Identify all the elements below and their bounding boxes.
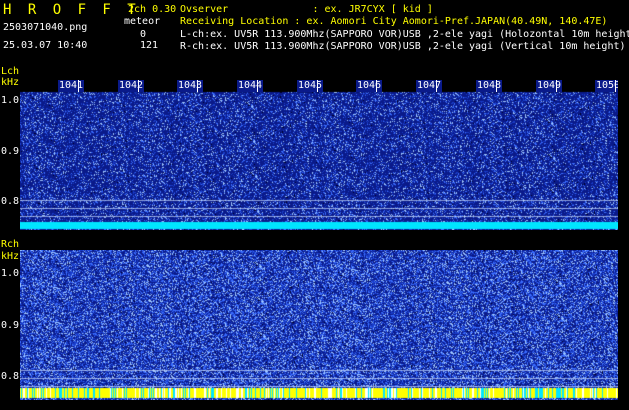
rch-ytick-1: 1.0 — [1, 268, 20, 279]
lch-ytick-1: 1.0 — [1, 95, 20, 106]
observer-info: Ovserver : ex. JR7CYX [ kid ] — [180, 4, 433, 15]
rch-ytick-2: 0.9 — [1, 320, 20, 331]
lch-waterfall — [20, 80, 618, 230]
xtick-1043: 1043 — [177, 80, 204, 92]
app-title: H R O F F T — [3, 2, 140, 18]
rch-unit-label: kHz — [1, 251, 20, 262]
xtick-mark — [138, 80, 139, 92]
lch-unit-label: kHz — [1, 77, 20, 88]
lch-info: L-ch:ex. UV5R 113.900Mhz(SAPPORO VOR)USB… — [180, 29, 629, 40]
location-info: Receiving Location : ex. Aomori City Aom… — [180, 16, 608, 27]
rch-spectrogram — [20, 250, 618, 400]
lch-spectrogram: 1041 1042 1043 1044 1045 1046 1047 1048 … — [20, 80, 618, 230]
xtick-mark — [78, 80, 79, 92]
meteor-label: meteor — [124, 16, 161, 27]
xtick-1049: 1049 — [536, 80, 563, 92]
xtick-1048: 1048 — [476, 80, 503, 92]
xtick-mark — [257, 80, 258, 92]
rch-ytick-3: 0.8 — [1, 371, 20, 382]
rch-info: R-ch:ex. UV5R 113.900Mhz(SAPPORO VOR)USB… — [180, 41, 626, 52]
datetime: 25.03.07 10:40 — [3, 40, 88, 51]
rch-label: Rch — [1, 239, 20, 250]
xtick-mark — [317, 80, 318, 92]
xtick-mark — [496, 80, 497, 92]
xtick-1047: 1047 — [416, 80, 443, 92]
xtick-mark — [376, 80, 377, 92]
xtick-1046: 1046 — [356, 80, 383, 92]
lch-ytick-3: 0.8 — [1, 196, 20, 207]
xtick-1045: 1045 — [297, 80, 324, 92]
lch-ytick-2: 0.9 — [1, 146, 20, 157]
version-label: 2ch 0.30 — [128, 4, 177, 15]
xtick-mark — [615, 80, 616, 92]
xtick-mark — [197, 80, 198, 92]
meteor-count-rch: 121 — [140, 40, 159, 51]
xtick-mark — [556, 80, 557, 92]
xtick-mark — [436, 80, 437, 92]
xtick-1042: 1042 — [118, 80, 145, 92]
filename: 2503071040.png — [3, 22, 88, 33]
xtick-1044: 1044 — [237, 80, 264, 92]
xtick-1041: 1041 — [58, 80, 85, 92]
rch-waterfall — [20, 250, 618, 400]
